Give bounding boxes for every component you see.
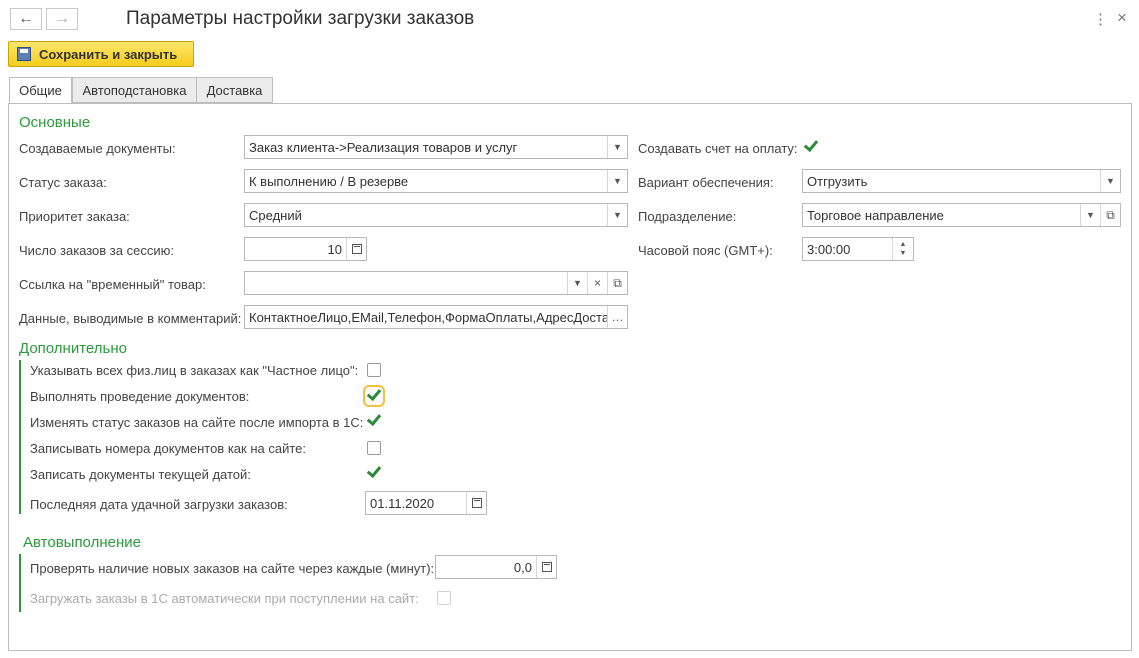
dropdown-icon[interactable]: ▼: [567, 272, 587, 294]
change-status-label: Изменять статус заказов на сайте после и…: [30, 415, 364, 430]
auto-load-checkbox: [437, 591, 451, 605]
auto-load-label: Загружать заказы в 1С автоматически при …: [30, 591, 419, 606]
division-value: Торговое направление: [807, 207, 944, 223]
priority-select[interactable]: Средний ▼: [244, 203, 628, 227]
private-person-label: Указывать всех физ.лиц в заказах как "Ча…: [30, 363, 359, 378]
last-date-label: Последняя дата удачной загрузки заказов:: [30, 497, 288, 512]
doc-numbers-checkbox[interactable]: [367, 441, 381, 455]
interval-label: Проверять наличие новых заказов на сайте…: [30, 561, 435, 576]
back-arrow-icon: ←: [18, 10, 34, 27]
supply-select[interactable]: Отгрузить ▼: [802, 169, 1121, 193]
interval-value: 0,0: [513, 559, 532, 575]
private-person-checkbox[interactable]: [367, 363, 381, 377]
supply-value: Отгрузить: [807, 173, 868, 189]
temp-link-label: Ссылка на "временный" товар:: [19, 277, 206, 292]
current-date-checkbox[interactable]: [367, 466, 381, 480]
post-docs-checkbox[interactable]: [363, 385, 385, 407]
timezone-value: 3:00:00: [807, 241, 851, 257]
dropdown-icon[interactable]: ▼: [607, 204, 627, 226]
timezone-label: Часовой пояс (GMT+):: [638, 243, 773, 258]
forward-arrow-icon: →: [54, 10, 70, 27]
section-extra-bar: [19, 360, 21, 514]
tab-label: Автоподстановка: [82, 82, 187, 98]
doc-numbers-label: Записывать номера документов как на сайт…: [30, 441, 306, 456]
section-auto-title: Автовыполнение: [23, 534, 141, 551]
open-icon[interactable]: ⧉: [607, 272, 627, 294]
status-select[interactable]: К выполнению / В резерве ▼: [244, 169, 628, 193]
comment-value: КонтактноеЛицо,EMail,Телефон,ФормаОплаты…: [249, 309, 607, 325]
temp-link-input[interactable]: ▼ × ⧉: [244, 271, 628, 295]
tab-label: Общие: [19, 83, 62, 98]
section-extra-title: Дополнительно: [19, 340, 127, 357]
section-main-title: Основные: [19, 114, 91, 131]
section-auto-bar: [19, 554, 21, 612]
close-icon[interactable]: ×: [1117, 8, 1127, 28]
tab-general[interactable]: Общие: [9, 77, 72, 104]
division-label: Подразделение:: [638, 209, 737, 224]
docs-select[interactable]: Заказ клиента->Реализация товаров и услу…: [244, 135, 628, 159]
save-button-label: Сохранить и закрыть: [39, 46, 178, 62]
comment-input[interactable]: КонтактноеЛицо,EMail,Телефон,ФормаОплаты…: [244, 305, 628, 329]
priority-label: Приоритет заказа:: [19, 209, 130, 224]
interval-input[interactable]: 0,0: [435, 555, 557, 579]
dropdown-icon[interactable]: ▼: [1080, 204, 1100, 226]
last-date-input[interactable]: 01.11.2020: [365, 491, 487, 515]
save-and-close-button[interactable]: Сохранить и закрыть: [8, 41, 194, 67]
more-menu-icon[interactable]: ⋮: [1093, 10, 1108, 28]
ellipsis-icon[interactable]: …: [607, 306, 627, 328]
page-title: Параметры настройки загрузки заказов: [126, 8, 475, 29]
open-icon[interactable]: ⧉: [1100, 204, 1120, 226]
dropdown-icon[interactable]: ▼: [607, 170, 627, 192]
comment-label: Данные, выводимые в комментарий:: [19, 311, 242, 326]
invoice-label: Создавать счет на оплату:: [638, 141, 798, 156]
tab-autosubstitution[interactable]: Автоподстановка: [72, 77, 197, 103]
floppy-disk-icon: [17, 47, 31, 61]
tab-delivery[interactable]: Доставка: [196, 77, 273, 103]
supply-label: Вариант обеспечения:: [638, 175, 774, 190]
back-button[interactable]: ←: [10, 8, 42, 30]
count-label: Число заказов за сессию:: [19, 243, 174, 258]
last-date-value: 01.11.2020: [370, 495, 435, 511]
tab-label: Доставка: [206, 82, 263, 98]
post-docs-label: Выполнять проведение документов:: [30, 389, 250, 404]
status-label: Статус заказа:: [19, 175, 107, 190]
clear-icon[interactable]: ×: [587, 272, 607, 294]
forward-button[interactable]: →: [46, 8, 78, 30]
dropdown-icon[interactable]: ▼: [607, 136, 627, 158]
docs-label: Создаваемые документы:: [19, 141, 176, 156]
dropdown-icon[interactable]: ▼: [1100, 170, 1120, 192]
current-date-label: Записать документы текущей датой:: [30, 467, 251, 482]
count-input[interactable]: 10: [244, 237, 367, 261]
division-select[interactable]: Торговое направление ▼ ⧉: [802, 203, 1121, 227]
calculator-icon[interactable]: [536, 556, 556, 578]
status-value: К выполнению / В резерве: [249, 173, 409, 189]
calendar-icon[interactable]: [466, 492, 486, 514]
calculator-icon[interactable]: [346, 238, 366, 260]
change-status-checkbox[interactable]: [367, 414, 381, 428]
invoice-checkbox[interactable]: [804, 140, 818, 154]
spinner-icon[interactable]: ▲ ▼: [892, 238, 913, 260]
count-value: 10: [327, 241, 342, 257]
priority-value: Средний: [249, 207, 302, 223]
timezone-input[interactable]: 3:00:00 ▲ ▼: [802, 237, 914, 261]
docs-value: Заказ клиента->Реализация товаров и услу…: [249, 139, 518, 155]
